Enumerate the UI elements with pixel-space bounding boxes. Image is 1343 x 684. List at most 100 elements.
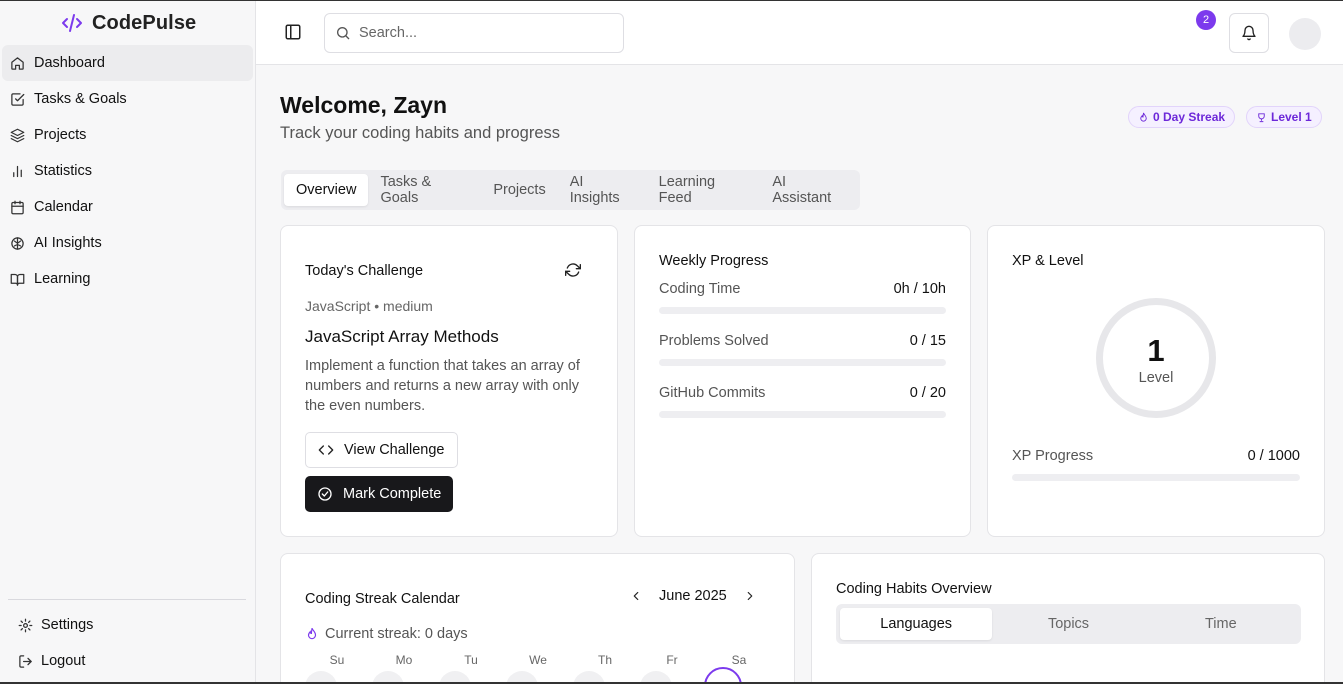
level-number: 1: [1147, 333, 1165, 368]
weekday-label: Th: [597, 653, 612, 667]
sidebar-item-label: Learning: [34, 271, 91, 287]
challenge-meta: JavaScript • medium: [305, 298, 433, 314]
calendar-icon: [11, 200, 24, 214]
level-badge: Level 1: [1246, 106, 1322, 128]
tab-ai-assistant[interactable]: AI Assistant: [760, 174, 857, 206]
sidebar-item-label: Dashboard: [34, 55, 105, 71]
month-navigation: June 2025: [629, 588, 757, 604]
weekday-label: Mo: [395, 653, 413, 667]
sidebar-item-logout[interactable]: Logout: [2, 643, 253, 679]
challenge-description: Implement a function that takes an array…: [305, 358, 580, 414]
month-label: June 2025: [659, 588, 727, 604]
xp-progress-label: XP Progress: [1012, 448, 1094, 464]
streak-text: 0 Day Streak: [1153, 110, 1226, 124]
panel-left-icon: [285, 24, 301, 40]
sidebar-item-label: Settings: [41, 617, 94, 633]
weekday-label: Su: [329, 653, 345, 667]
tab-time[interactable]: Time: [1145, 608, 1297, 640]
avatar[interactable]: [1289, 18, 1321, 50]
weekly-progress-card: Weekly Progress Coding Time 0h / 10h Pro…: [634, 225, 971, 537]
refresh-challenge-button[interactable]: [565, 262, 581, 278]
dashboard-tabs: Overview Tasks & Goals Projects AI Insig…: [281, 170, 860, 210]
mark-complete-button[interactable]: Mark Complete: [305, 476, 454, 512]
progress-bar: [659, 411, 946, 418]
sidebar-item-label: Logout: [41, 653, 86, 669]
view-challenge-label: View Challenge: [344, 442, 445, 458]
tab-projects[interactable]: Projects: [481, 174, 557, 206]
coding-habits-card: Coding Habits Overview Languages Topics …: [811, 553, 1325, 684]
sidebar-item-learning[interactable]: Learning: [2, 261, 253, 297]
sidebar-item-calendar[interactable]: Calendar: [2, 189, 253, 225]
search-icon: [337, 27, 350, 40]
sidebar-item-label: AI Insights: [34, 235, 102, 251]
streak-badge: 0 Day Streak: [1128, 106, 1236, 128]
xp-progress-value: 0 / 1000: [1247, 448, 1300, 464]
weekly-progress-title: Weekly Progress: [659, 253, 769, 269]
progress-value: 0 / 15: [909, 333, 946, 349]
chevron-right-icon[interactable]: [743, 589, 757, 603]
trophy-icon: [1258, 112, 1265, 122]
sidebar-item-label: Tasks & Goals: [34, 91, 127, 107]
notifications-button[interactable]: [1229, 13, 1269, 53]
progress-bar: [659, 359, 946, 366]
tab-topics[interactable]: Topics: [992, 608, 1144, 640]
streak-calendar-title: Coding Streak Calendar: [305, 591, 460, 607]
bar-chart-icon: [13, 165, 22, 177]
code-icon: [60, 11, 84, 35]
coding-habits-title: Coding Habits Overview: [836, 581, 992, 597]
sidebar-toggle-button[interactable]: [284, 23, 304, 43]
sidebar-item-statistics[interactable]: Statistics: [2, 153, 253, 189]
current-streak-text: Current streak: 0 days: [325, 626, 468, 642]
tab-overview[interactable]: Overview: [284, 174, 369, 206]
flame-icon: [1140, 112, 1147, 122]
level-ring: 1 Level: [1096, 298, 1216, 418]
tab-languages[interactable]: Languages: [840, 608, 993, 640]
sidebar-item-label: Projects: [34, 127, 87, 143]
top-header: [256, 1, 1343, 65]
progress-label: GitHub Commits: [659, 385, 766, 401]
flame-icon: [307, 627, 317, 640]
xp-progress-bar: [1012, 474, 1300, 481]
view-challenge-button[interactable]: View Challenge: [305, 432, 458, 468]
tab-learning-feed[interactable]: Learning Feed: [647, 174, 761, 206]
search-input[interactable]: [359, 25, 599, 41]
challenge-card-title: Today's Challenge: [305, 263, 424, 279]
logout-icon: [19, 654, 32, 668]
weekday-label: Tu: [464, 653, 478, 667]
weekday-label: Sa: [731, 653, 747, 667]
tab-ai-insights[interactable]: AI Insights: [558, 174, 647, 206]
notification-badge: 2: [1196, 10, 1216, 30]
mark-complete-label: Mark Complete: [343, 486, 442, 502]
sidebar-item-label: Statistics: [34, 163, 93, 179]
search-box[interactable]: [324, 13, 624, 53]
tab-tasks-goals[interactable]: Tasks & Goals: [368, 174, 481, 206]
challenge-name: JavaScript Array Methods: [305, 327, 499, 346]
xp-level-card: XP & Level 1 Level XP Progress 0 / 1000: [987, 225, 1325, 537]
progress-label: Coding Time: [659, 281, 741, 297]
layers-icon: [10, 128, 25, 142]
gear-icon: [18, 618, 33, 632]
sidebar-nav: Dashboard Tasks & Goals Projects Statist…: [0, 45, 255, 297]
sidebar-item-label: Calendar: [34, 199, 93, 215]
check-circle-icon: [318, 487, 332, 501]
challenge-card: Today's Challenge JavaScript • medium Ja…: [280, 225, 618, 537]
sidebar-item-ai-insights[interactable]: AI Insights: [2, 225, 253, 261]
progress-bar: [659, 307, 946, 314]
sidebar-item-tasks-goals[interactable]: Tasks & Goals: [2, 81, 253, 117]
sidebar: CodePulse Dashboard Tasks & Goals Projec…: [0, 1, 256, 682]
progress-label: Problems Solved: [659, 333, 769, 349]
progress-value: 0h / 10h: [893, 281, 946, 297]
refresh-icon: [565, 263, 581, 277]
sidebar-item-settings[interactable]: Settings: [2, 607, 253, 643]
current-streak: Current streak: 0 days: [305, 626, 468, 642]
sidebar-item-dashboard[interactable]: Dashboard: [2, 45, 253, 81]
app-name: CodePulse: [92, 11, 197, 34]
sidebar-bottom-nav: Settings Logout: [0, 607, 255, 679]
brand[interactable]: CodePulse: [60, 11, 196, 35]
check-square-icon: [11, 92, 25, 106]
page-title: Welcome, Zayn: [280, 92, 448, 118]
sidebar-divider: [8, 599, 246, 600]
chevron-left-icon[interactable]: [629, 589, 643, 603]
streak-calendar-card: Coding Streak Calendar June 2025 Current…: [280, 553, 795, 684]
sidebar-item-projects[interactable]: Projects: [2, 117, 253, 153]
